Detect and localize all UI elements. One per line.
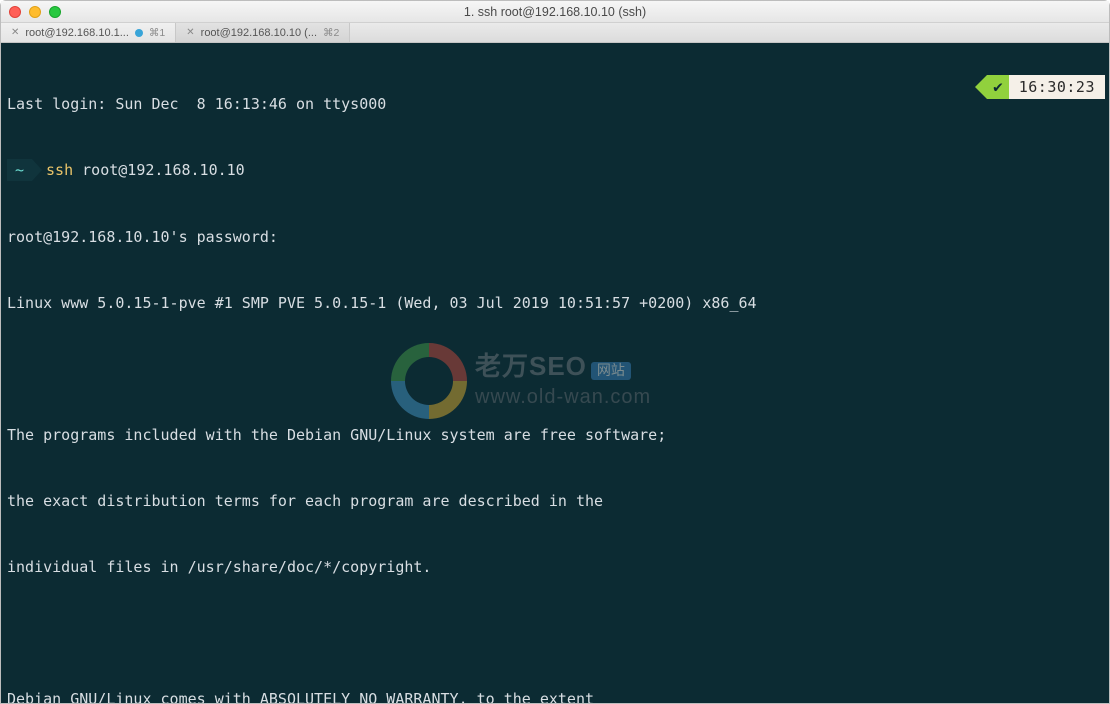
tab-label: root@192.168.10.10 (...: [201, 27, 317, 39]
tab-close-icon[interactable]: ✕: [186, 27, 194, 38]
tab-2[interactable]: ✕ root@192.168.10.10 (... ⌘2: [176, 23, 350, 42]
terminal-line: the exact distribution terms for each pr…: [7, 490, 1107, 512]
tab-shortcut: ⌘1: [149, 27, 165, 39]
terminal-viewport[interactable]: Last login: Sun Dec 8 16:13:46 on ttys00…: [1, 43, 1109, 703]
tab-shortcut: ⌘2: [323, 27, 339, 39]
chevron-right-icon: [32, 159, 42, 181]
window-title: 1. ssh root@192.168.10.10 (ssh): [1, 5, 1109, 19]
watermark: 老万SEO网站 www.old-wan.com: [391, 343, 651, 419]
window-controls: [9, 6, 61, 18]
tab-close-icon[interactable]: ✕: [11, 27, 19, 38]
chevron-left-icon: [975, 75, 987, 99]
terminal-line: The programs included with the Debian GN…: [7, 424, 1107, 446]
watermark-url: www.old-wan.com: [475, 386, 651, 408]
terminal-line: Last login: Sun Dec 8 16:13:46 on ttys00…: [7, 93, 1107, 115]
status-clock-badge: ✔ 16:30:23: [975, 75, 1105, 99]
terminal-line: [7, 622, 1107, 644]
terminal-line: Linux www 5.0.15-1-pve #1 SMP PVE 5.0.15…: [7, 292, 1107, 314]
minimize-window-button[interactable]: [29, 6, 41, 18]
command-keyword: ssh: [46, 161, 73, 179]
terminal-line: individual files in /usr/share/doc/*/cop…: [7, 556, 1107, 578]
tab-strip: ✕ root@192.168.10.1... ⌘1 ✕ root@192.168…: [1, 23, 1109, 43]
clock-time: 16:30:23: [1009, 75, 1105, 99]
check-icon: ✔: [987, 75, 1009, 99]
watermark-logo-icon: [391, 343, 467, 419]
close-window-button[interactable]: [9, 6, 21, 18]
terminal-line: ~ ssh root@192.168.10.10: [7, 159, 1107, 182]
tab-1[interactable]: ✕ root@192.168.10.1... ⌘1: [1, 23, 176, 42]
tab-label: root@192.168.10.1...: [25, 27, 129, 39]
maximize-window-button[interactable]: [49, 6, 61, 18]
titlebar: 1. ssh root@192.168.10.10 (ssh): [1, 1, 1109, 23]
terminal-line: [7, 358, 1107, 380]
tab-activity-dot-icon: [135, 29, 143, 37]
terminal-line: Debian GNU/Linux comes with ABSOLUTELY N…: [7, 688, 1107, 704]
terminal-line: root@192.168.10.10's password:: [7, 226, 1107, 248]
app-window: 1. ssh root@192.168.10.10 (ssh) ✕ root@1…: [0, 0, 1110, 704]
command-arg: root@192.168.10.10: [73, 161, 245, 179]
prompt-cwd-pill: ~: [7, 159, 32, 181]
